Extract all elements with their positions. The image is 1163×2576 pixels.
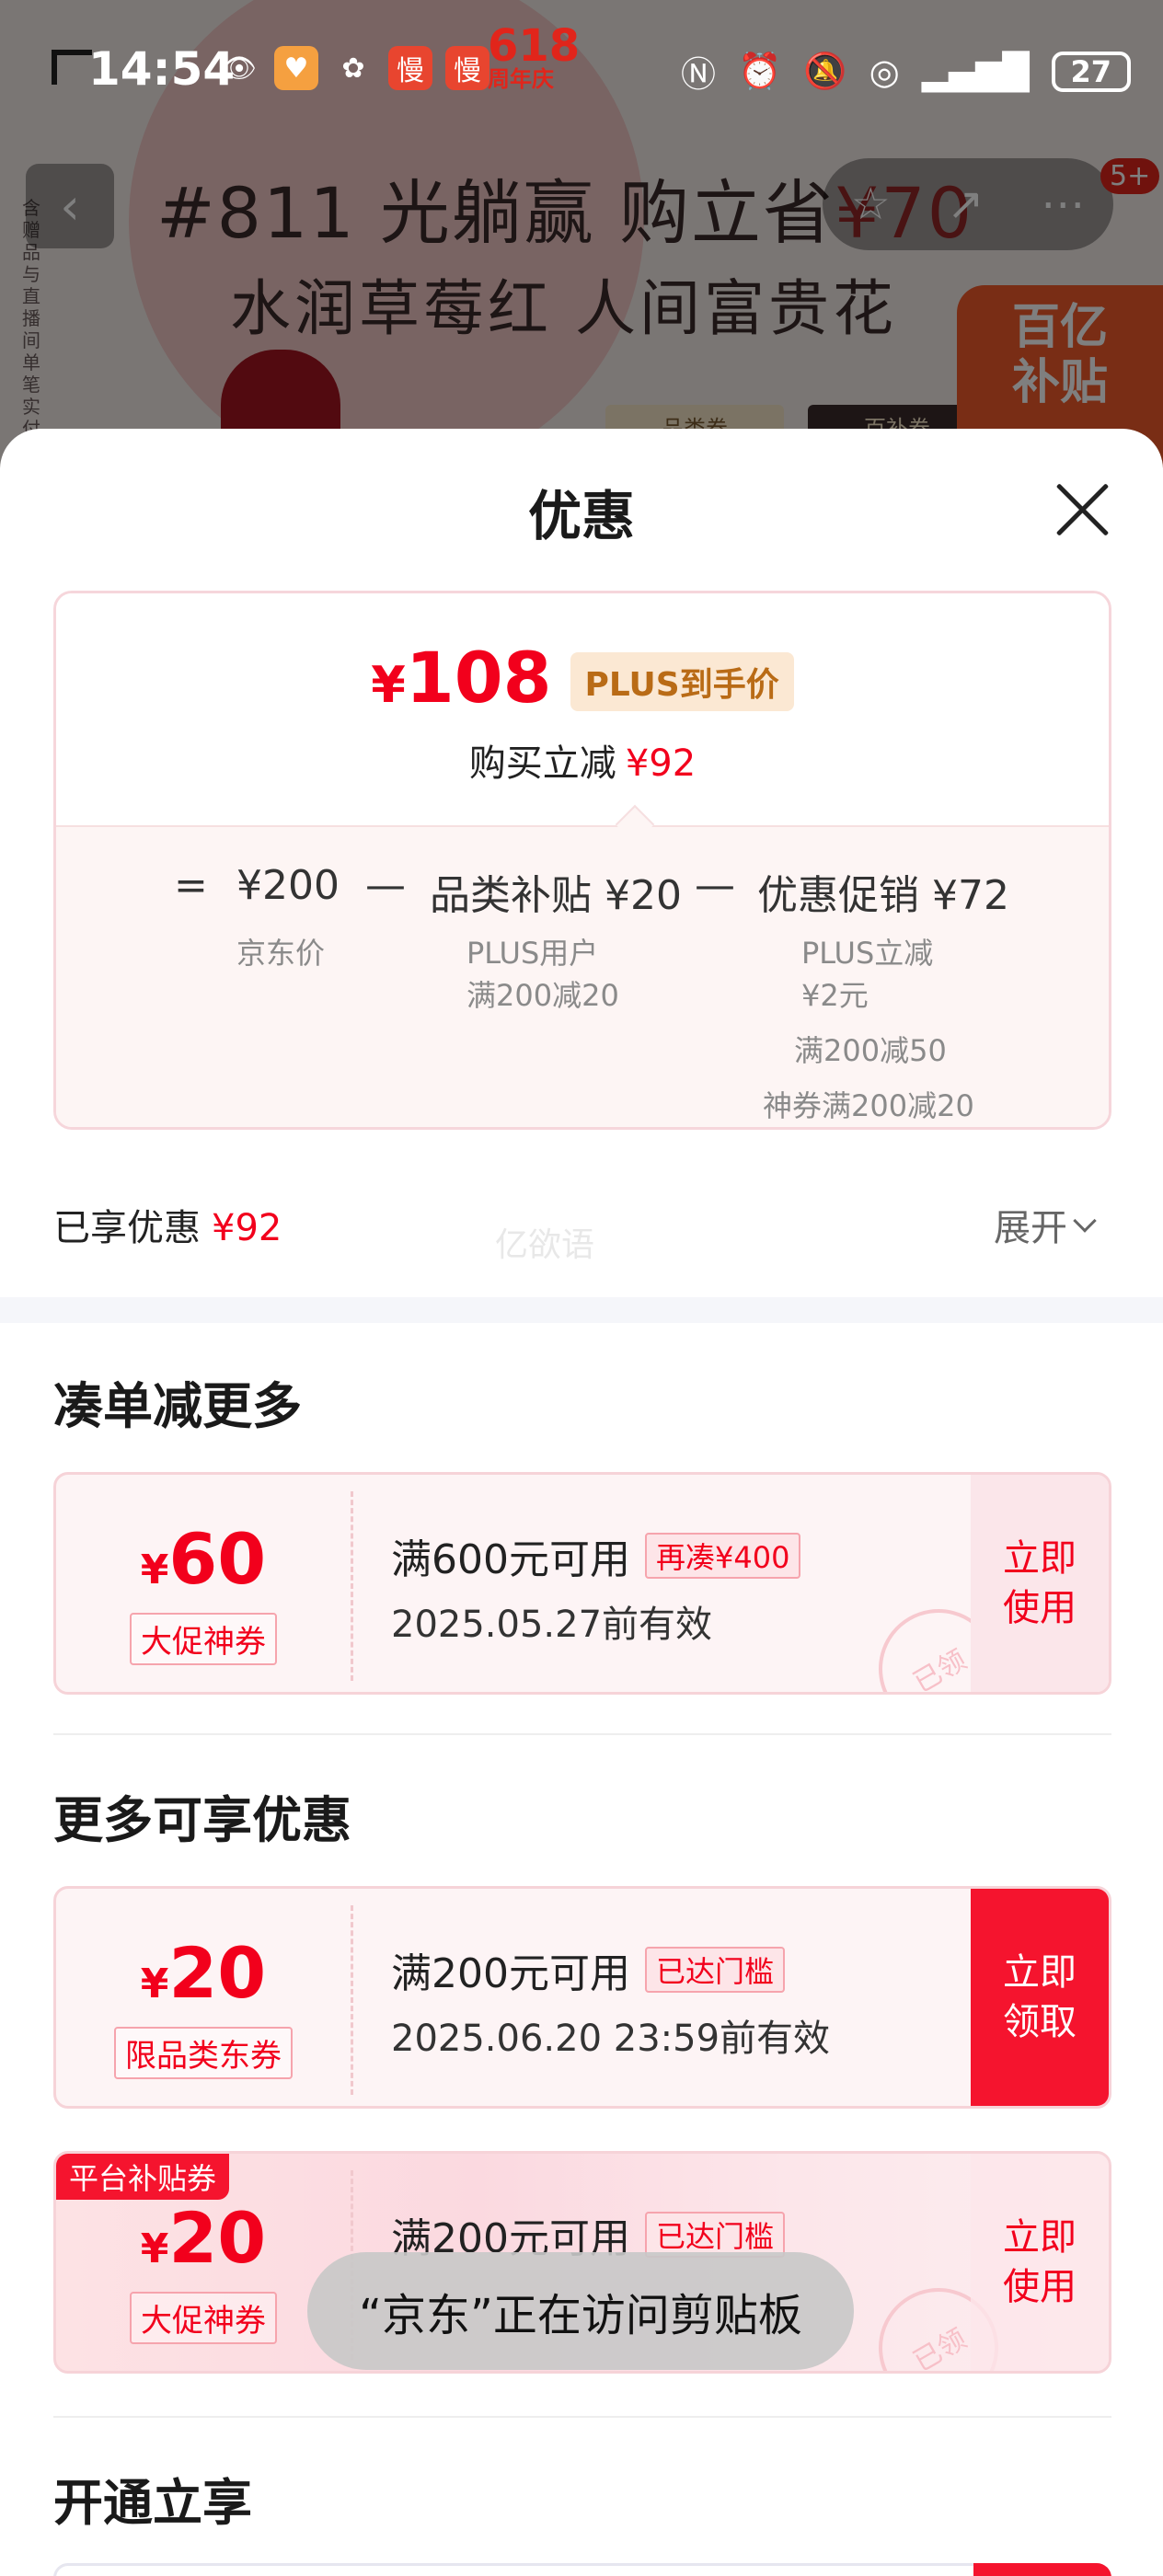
coupon-amount: ¥20 [56, 2202, 351, 2286]
coupon-value: ¥60 大促神券 [56, 1475, 351, 1692]
claim-now-button[interactable]: 立即 领取 [971, 1889, 1109, 2106]
coupon-amount: ¥20 [56, 1937, 351, 2021]
brand-logo-icon [52, 50, 92, 85]
status-bar: 14:54 👁 ♥ ✿ 慢 慢 618 周年庆 Ⓝ ⏰ 🔕 ◎ ▂▄▆█ 27 [0, 0, 1163, 147]
coupon-currency: ¥ [140, 2225, 169, 2272]
coupon-separator [351, 1491, 353, 1681]
category-note-1: PLUS用户 [466, 936, 599, 971]
minus-sign: — [365, 862, 406, 909]
coupon-amount: ¥60 [56, 1523, 351, 1607]
alarm-icon: ⏰ [738, 51, 782, 91]
final-price: ¥108 [371, 641, 551, 722]
hotspot-icon: ◎ [869, 51, 900, 92]
watermark: 亿欲语 [495, 1226, 595, 1264]
final-price-value: 108 [405, 637, 552, 719]
coupon-type: 大促神券 [130, 1613, 277, 1665]
battery-icon: 27 [1051, 51, 1131, 92]
coupon-card[interactable]: ¥60 大促神券 满600元可用 再凑¥400 2025.05.27前有效 已领… [53, 1472, 1111, 1695]
promo-note-2: ¥2元 [801, 978, 869, 1013]
coupon-details: 满600元可用 再凑¥400 2025.05.27前有效 [391, 1526, 801, 1648]
final-price-row: ¥108 PLUS到手价 [56, 641, 1109, 722]
promo-note-3: 满200减50 [794, 1033, 947, 1068]
chevron-down-icon [1073, 1209, 1097, 1233]
membership-card-partial[interactable] [53, 2563, 1111, 2576]
coupon-condition-row: 满600元可用 再凑¥400 [391, 1526, 801, 1585]
badge-618-number: 618 [488, 20, 581, 72]
instant-reduce-label: 购买立减 [468, 742, 616, 785]
wechat-icon: ✿ [341, 52, 365, 85]
coupon-currency: ¥ [140, 1547, 169, 1593]
category-subsidy: 品类补贴 ¥20 [430, 872, 682, 919]
coupon-status-tag: 再凑¥400 [644, 1533, 801, 1579]
app-man-icon-2: 慢 [445, 46, 489, 90]
expand-button[interactable]: 展开 [994, 1198, 1097, 1251]
membership-button-partial[interactable] [973, 2563, 1111, 2576]
expand-label: 展开 [994, 1207, 1067, 1249]
section-separator [53, 1733, 1111, 1735]
status-time: 14:54 [88, 42, 236, 96]
currency-symbol: ¥ [371, 656, 406, 714]
category-note-2: 满200减20 [466, 978, 619, 1013]
coupon-amount-value: 20 [168, 1932, 267, 2014]
coupon-condition: 满200元可用 [391, 1950, 630, 1997]
coupon-condition: 满600元可用 [391, 1536, 630, 1583]
mute-icon: 🔕 [803, 51, 847, 91]
section-title-combine: 凑单减更多 [53, 1377, 302, 1435]
coupon-type: 大促神券 [130, 2292, 277, 2344]
promo-note-1: PLUS立减 [801, 936, 934, 971]
promo-note-4: 神券满200减20 [763, 1088, 974, 1123]
coupon-details: 满200元可用 已达门槛 2025.06.20 23:59前有效 [391, 1940, 830, 2062]
enjoyed-label: 已享优惠 [53, 1207, 201, 1249]
clipboard-toast: “京东”正在访问剪贴板 [307, 2252, 854, 2370]
signal-icon: ▂▄▆█ [921, 51, 1030, 92]
section-title-open: 开通立享 [53, 2474, 252, 2532]
minus-sign-2: — [695, 862, 735, 909]
coupon-type: 限品类东券 [114, 2027, 293, 2079]
final-price-area: ¥108 PLUS到手价 购买立减 ¥92 [56, 593, 1109, 825]
coupon-status-tag: 已达门槛 [644, 2212, 785, 2258]
jd-price-label: 京东价 [236, 936, 326, 971]
coupon-currency: ¥ [140, 1961, 169, 2007]
coupon-amount-value: 20 [168, 2197, 267, 2279]
enjoyed-discount: 已享优惠 ¥92 [53, 1198, 282, 1251]
use-now-button[interactable]: 立即 使用 [971, 1475, 1109, 1692]
section-divider [0, 1297, 1163, 1323]
coupon-amount-value: 60 [168, 1518, 267, 1600]
breakdown-area: = ¥200 — 品类补贴 ¥20 — 优惠促销 ¥72 京东价 PLUS用户 … [56, 825, 1109, 1127]
section-title-more: 更多可享优惠 [53, 1791, 351, 1849]
instant-reduce-value: ¥92 [625, 742, 697, 785]
section-separator [53, 2416, 1111, 2418]
nfc-icon: Ⓝ [681, 54, 717, 95]
instant-reduce-row: 购买立减 ¥92 [56, 733, 1109, 787]
coupon-value: ¥20 限品类东券 [56, 1889, 351, 2106]
coupon-separator [351, 1905, 353, 2095]
coupon-validity: 2025.05.27前有效 [391, 1604, 713, 1646]
notification-icons: 👁 ♥ ✿ 慢 慢 [217, 46, 489, 90]
coupon-value: ¥20 大促神券 [56, 2154, 351, 2371]
eye-icon: 👁 [221, 52, 258, 85]
jd-618-badge: 618 周年庆 [488, 24, 580, 92]
price-breakdown-card: ¥108 PLUS到手价 购买立减 ¥92 = ¥200 — 品类补贴 ¥20 —… [53, 591, 1111, 1130]
jd-price: ¥200 [236, 862, 340, 909]
app-heart-icon: ♥ [274, 46, 318, 90]
promotion-discount: 优惠促销 ¥72 [757, 872, 1009, 919]
plus-price-tag: PLUS到手价 [570, 652, 794, 711]
enjoyed-value: ¥92 [212, 1207, 282, 1249]
coupon-card[interactable]: ¥20 限品类东券 满200元可用 已达门槛 2025.06.20 23:59前… [53, 1886, 1111, 2109]
coupon-status-tag: 已达门槛 [644, 1947, 785, 1993]
equals-sign: = [174, 862, 208, 909]
coupon-validity: 2025.06.20 23:59前有效 [391, 2018, 831, 2060]
sheet-title: 优惠 [527, 485, 635, 547]
coupon-condition-row: 满200元可用 已达门槛 [391, 1940, 830, 1999]
close-icon[interactable] [1049, 477, 1115, 543]
use-now-button[interactable]: 立即 使用 [971, 2154, 1109, 2371]
app-man-icon: 慢 [388, 46, 432, 90]
system-icons: Ⓝ ⏰ 🔕 ◎ ▂▄▆█ 27 [681, 46, 1131, 97]
